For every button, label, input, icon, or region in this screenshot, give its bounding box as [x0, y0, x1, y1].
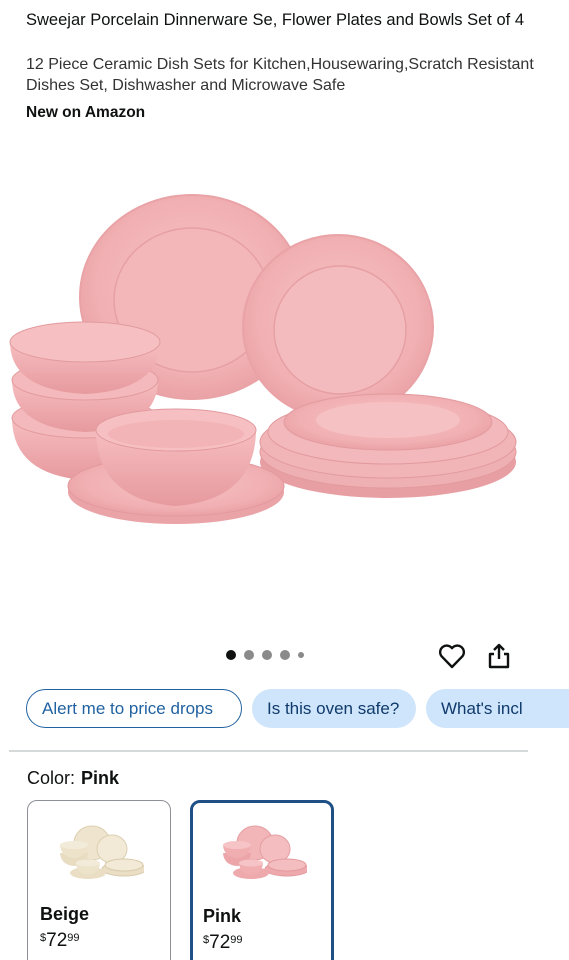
price-alert-chip[interactable]: Alert me to price drops [26, 689, 242, 728]
color-swatch-beige[interactable]: Beige $72 99 [27, 800, 171, 960]
swatch-name: Pink [203, 906, 242, 926]
beige-set-thumbnail [60, 825, 144, 879]
carousel-dot[interactable] [244, 650, 254, 660]
oven-safe-chip[interactable]: Is this oven safe? [252, 689, 416, 728]
section-divider [9, 750, 528, 752]
selected-color: Pink [81, 768, 120, 788]
carousel-dots[interactable] [226, 650, 304, 660]
carousel-dot[interactable] [226, 650, 236, 660]
color-selector-label: Color: Pink [27, 768, 119, 789]
product-image[interactable] [0, 150, 569, 620]
share-icon[interactable] [486, 642, 512, 670]
product-subtitle: 12 Piece Ceramic Dish Sets for Kitchen,H… [26, 56, 534, 94]
pink-set-thumbnail [223, 825, 307, 879]
new-on-amazon-badge: New on Amazon [26, 104, 146, 121]
product-title: Sweejar Porcelain Dinnerware Se, Flower … [26, 11, 524, 29]
heart-icon[interactable] [438, 643, 466, 669]
carousel-dot[interactable] [262, 650, 272, 660]
swatch-price: $72 99 [203, 932, 243, 953]
question-chips: Alert me to price drops Is this oven saf… [26, 689, 569, 729]
whats-included-chip[interactable]: What's incl [426, 689, 569, 728]
carousel-dot[interactable] [298, 652, 304, 658]
carousel-dot[interactable] [280, 650, 290, 660]
swatch-name: Beige [40, 904, 90, 924]
color-swatch-pink[interactable]: Pink $72 99 [190, 800, 334, 960]
color-label: Color: [27, 768, 76, 788]
swatch-price: $72 99 [40, 930, 80, 951]
